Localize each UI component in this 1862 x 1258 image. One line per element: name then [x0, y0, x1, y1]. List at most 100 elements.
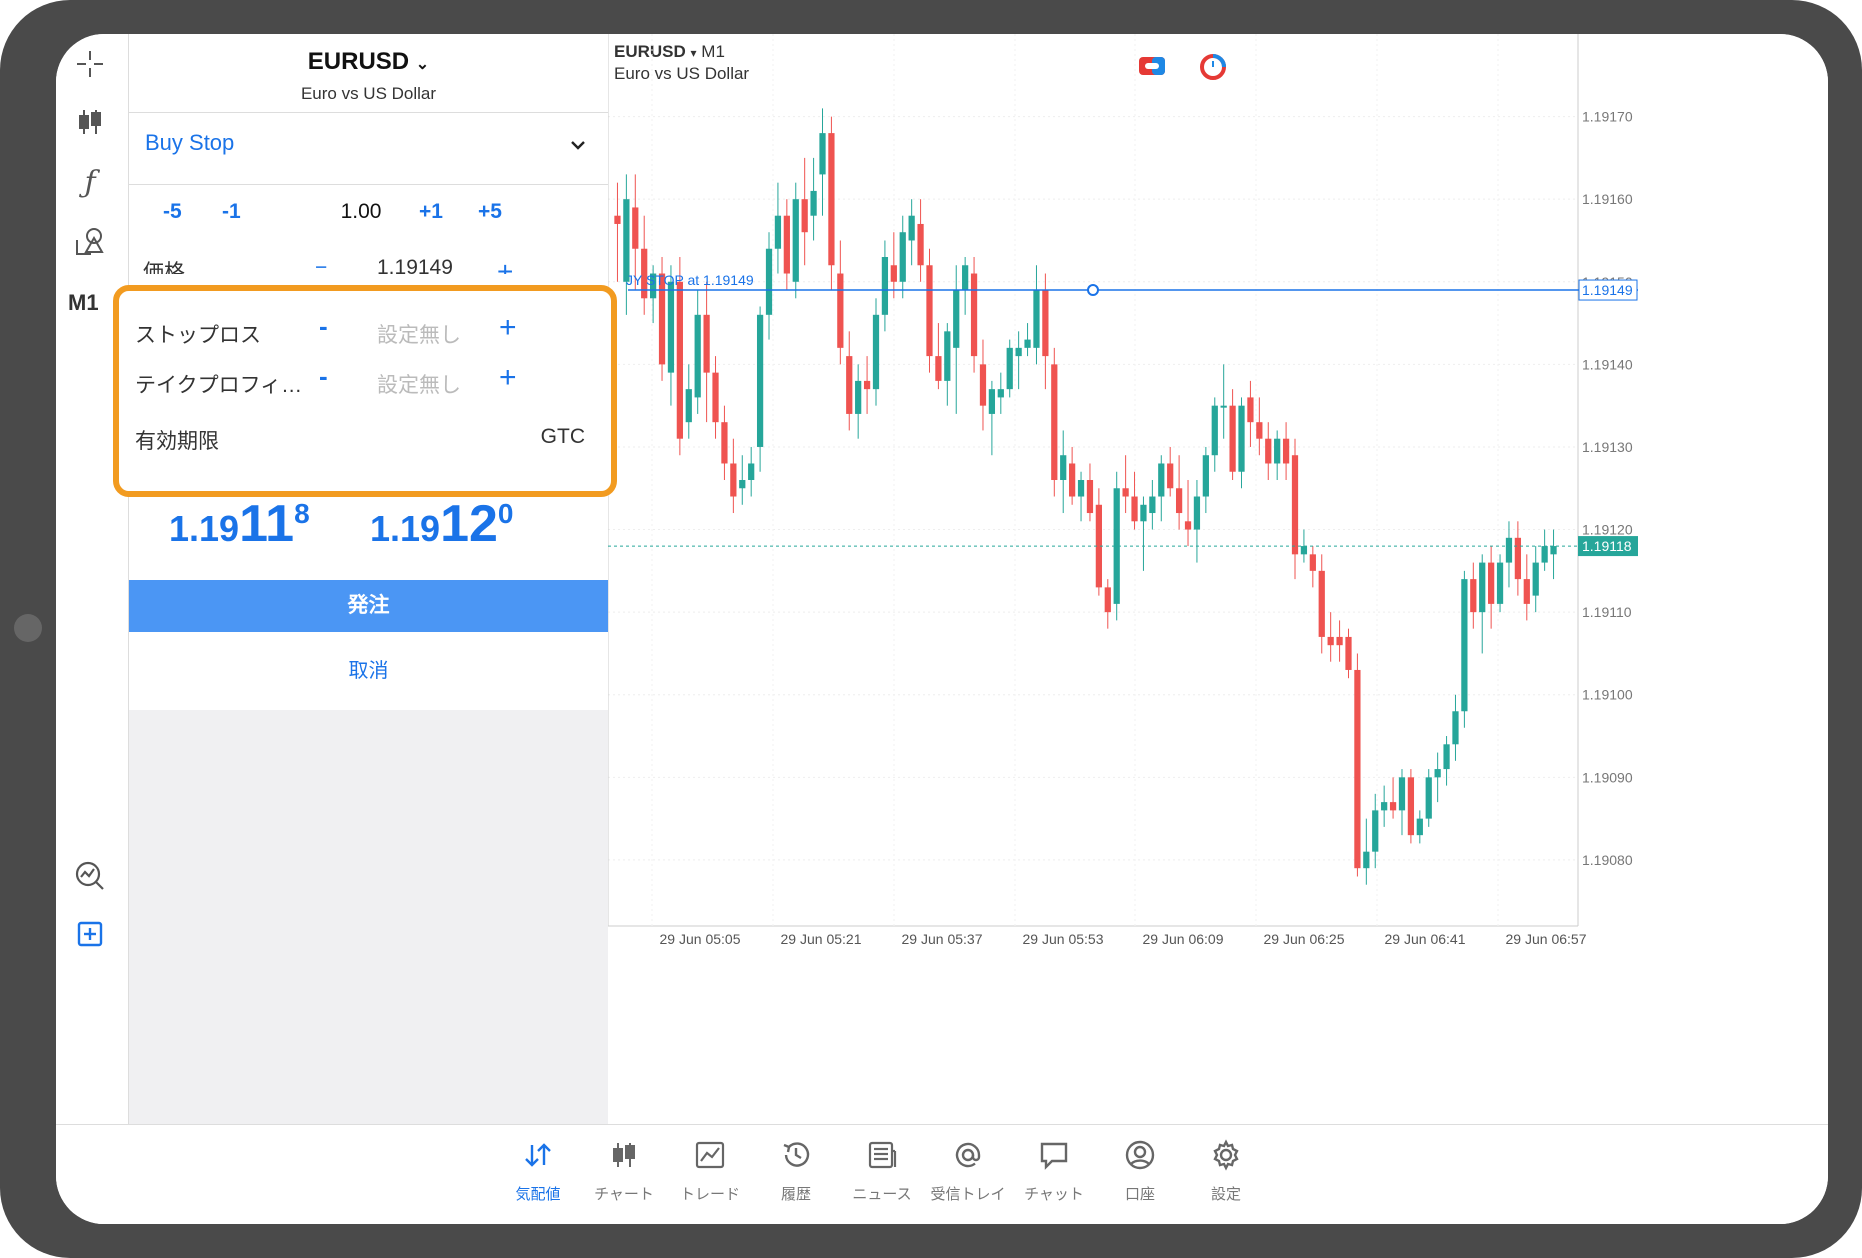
- candle-body: [828, 133, 835, 266]
- candle-body: [953, 290, 960, 348]
- candle-body: [846, 356, 853, 414]
- camera-dot: [14, 614, 42, 642]
- candle-body: [1086, 480, 1094, 514]
- candle-body: [810, 190, 817, 216]
- candle-body: [1131, 496, 1138, 522]
- volume-minus-1-button[interactable]: -1: [222, 200, 241, 224]
- candle-body: [1407, 777, 1415, 836]
- x-tick-label: 29 Jun 05:53: [1023, 931, 1104, 947]
- tab-quotes[interactable]: 気配値: [488, 1125, 588, 1224]
- candle-body: [819, 133, 826, 175]
- order-type-label: Buy Stop: [145, 130, 235, 155]
- pending-order-label: JY STOP at 1.19149: [626, 272, 754, 288]
- volume-plus-5-button[interactable]: +5: [478, 200, 502, 224]
- candle-body: [667, 281, 675, 373]
- objects-icon[interactable]: [70, 222, 110, 262]
- candle-body: [1069, 463, 1076, 497]
- candle-body: [703, 314, 710, 373]
- candle-body: [1434, 769, 1441, 778]
- candle-body: [1211, 405, 1218, 456]
- price-row: 価格 − 1.19149 +: [129, 248, 608, 274]
- candle-body: [1247, 397, 1254, 423]
- x-tick-label: 29 Jun 06:09: [1143, 931, 1224, 947]
- volume-minus-5-button[interactable]: -5: [163, 200, 182, 224]
- candle-body: [1122, 488, 1129, 497]
- price-chart[interactable]: EURUSD ▾ M1 Euro vs US Dollar 1.19170 1.1…: [608, 34, 1828, 1124]
- bid-price: 1.19118: [169, 494, 310, 554]
- stop-loss-input[interactable]: 設定無し: [377, 319, 461, 349]
- price-minus-button[interactable]: −: [315, 256, 327, 274]
- candle-body: [1496, 562, 1504, 604]
- volume-value[interactable]: 1.00: [301, 200, 421, 224]
- candle-body: [801, 199, 808, 233]
- candle-body: [1158, 463, 1165, 497]
- y-tick-label: 1.19130: [1582, 439, 1633, 455]
- stop-loss-plus-button[interactable]: +: [499, 311, 517, 345]
- candle-body: [855, 380, 862, 414]
- candle-body: [1523, 579, 1530, 604]
- candle-body: [1345, 636, 1352, 670]
- app-screen: ƒ M1 EURUSD ⌄ Euro vs US Dollar Buy Stop: [56, 34, 1828, 1224]
- candle-body: [1104, 587, 1111, 613]
- cancel-button[interactable]: 取消: [129, 632, 608, 710]
- candle-body: [1220, 405, 1227, 408]
- candle-body: [632, 207, 639, 249]
- symbol-description: Euro vs US Dollar: [300, 84, 437, 103]
- candle-body: [1532, 562, 1539, 596]
- new-order-icon[interactable]: [70, 914, 110, 954]
- candle-body: [1309, 554, 1316, 571]
- take-profit-plus-button[interactable]: +: [499, 361, 517, 395]
- indicator-icon[interactable]: ƒ: [70, 162, 110, 202]
- candle-body: [1140, 504, 1147, 522]
- tab-account[interactable]: 口座: [1090, 1125, 1190, 1224]
- tab-chart[interactable]: チャート: [574, 1125, 674, 1224]
- candle-body: [694, 314, 701, 398]
- symbol-selector[interactable]: EURUSD ⌄: [129, 48, 608, 76]
- left-toolbar: ƒ M1: [56, 34, 128, 1124]
- candle-body: [765, 248, 773, 315]
- timeframe-label[interactable]: M1: [68, 290, 99, 316]
- candle-body: [676, 281, 683, 439]
- tab-label: 気配値: [515, 1186, 561, 1203]
- candle-body: [1416, 818, 1423, 836]
- crosshair-icon[interactable]: [70, 44, 110, 84]
- price-label: 価格: [143, 261, 185, 274]
- ask-price: 1.19120: [370, 494, 514, 554]
- tab-settings[interactable]: 設定: [1176, 1125, 1276, 1224]
- candle-body: [890, 265, 897, 282]
- price-plus-button[interactable]: +: [497, 256, 513, 274]
- price-value[interactable]: 1.19149: [377, 256, 453, 274]
- candle-body: [979, 364, 987, 406]
- tab-trade[interactable]: トレード: [660, 1125, 760, 1224]
- candlestick-icon[interactable]: [70, 102, 110, 142]
- stop-loss-minus-button[interactable]: -: [319, 311, 328, 342]
- take-profit-label: テイクプロフィ…: [135, 374, 303, 397]
- candle-body: [1381, 802, 1388, 811]
- place-order-button[interactable]: 発注: [129, 580, 608, 632]
- tab-history[interactable]: 履歴: [746, 1125, 846, 1224]
- chevron-down-icon: [570, 134, 586, 155]
- take-profit-input[interactable]: 設定無し: [377, 369, 461, 399]
- divider: [129, 112, 608, 113]
- tab-chat[interactable]: チャット: [1004, 1125, 1104, 1224]
- tab-news[interactable]: ニュース: [832, 1125, 932, 1224]
- tab-mailbox[interactable]: 受信トレイ: [918, 1125, 1018, 1224]
- candle-body: [1389, 802, 1397, 811]
- candle-body: [872, 314, 880, 390]
- candle-body: [997, 389, 1004, 398]
- x-tick-label: 29 Jun 05:21: [781, 931, 862, 947]
- candlestick-chart[interactable]: 1.191701.191601.191501.191401.191301.191…: [608, 34, 1828, 1124]
- expiration-value: GTC: [540, 425, 585, 448]
- candle-body: [1443, 744, 1450, 770]
- order-drag-handle[interactable]: [1087, 284, 1099, 297]
- analytics-icon[interactable]: [70, 856, 110, 896]
- history-icon: [783, 1142, 810, 1167]
- y-tick-label: 1.19080: [1582, 852, 1633, 868]
- candle-body: [783, 215, 790, 274]
- news-icon: [868, 1141, 897, 1169]
- candle-body: [1479, 562, 1486, 613]
- volume-plus-1-button[interactable]: +1: [419, 200, 443, 224]
- take-profit-minus-button[interactable]: -: [319, 361, 328, 392]
- candle-body: [837, 273, 844, 348]
- expiration-row[interactable]: 有効期限 GTC: [119, 419, 611, 459]
